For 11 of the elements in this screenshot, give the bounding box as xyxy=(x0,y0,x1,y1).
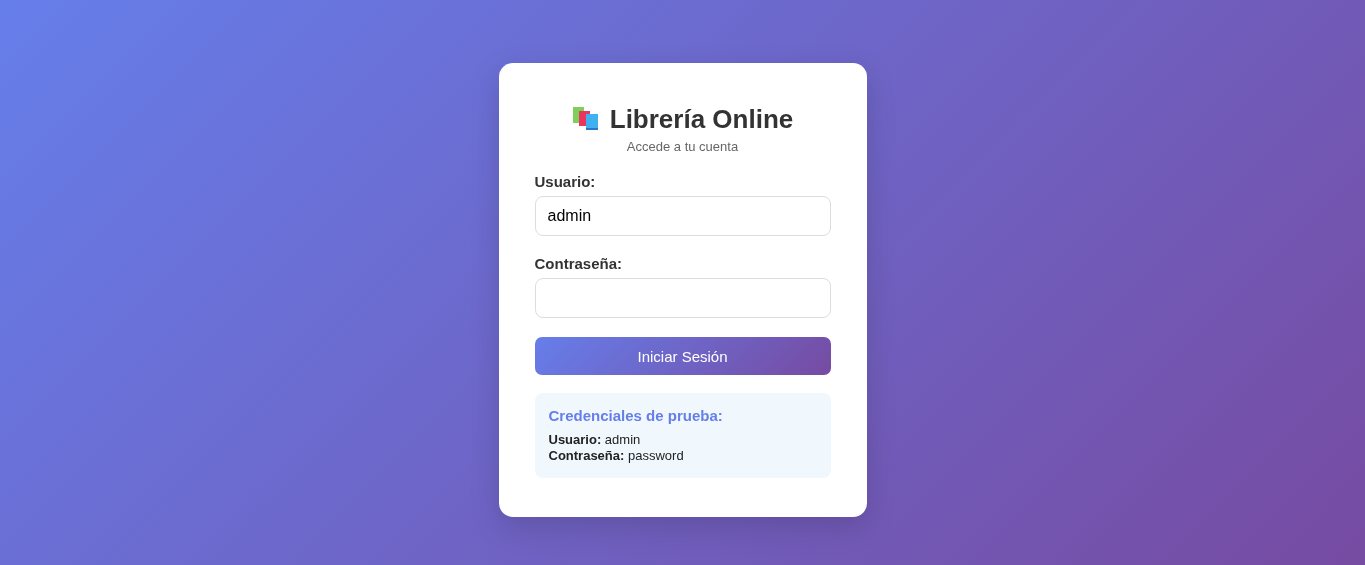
input-field[interactable] xyxy=(534,278,831,318)
subtitle: Accede a tu cuenta xyxy=(625,139,740,154)
app-title: Librería Online xyxy=(609,103,794,135)
credential-line: Contraseña: password xyxy=(548,448,685,464)
field-label: Contraseña: xyxy=(534,255,624,272)
credentials-title: Credenciales de prueba: xyxy=(548,407,724,424)
credential-line: Usuario: admin xyxy=(548,432,642,448)
field-label: Usuario: xyxy=(534,173,597,190)
login-button[interactable]: Iniciar Sesión xyxy=(534,337,831,375)
input-field[interactable]: admin xyxy=(534,196,831,236)
books-icon xyxy=(571,106,600,132)
